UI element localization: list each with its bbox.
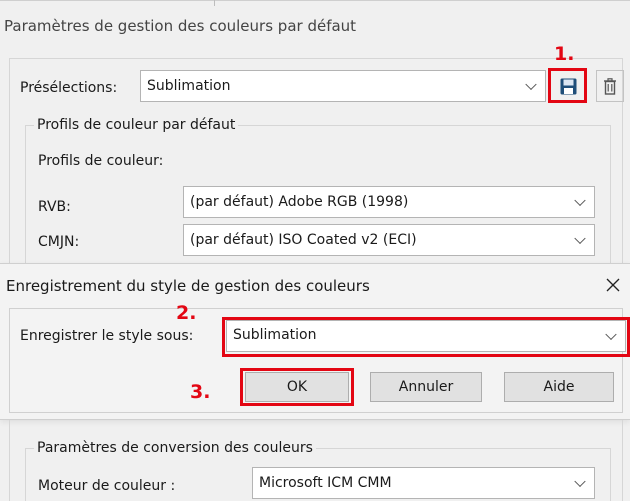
cmyk-label: CMJN: xyxy=(38,234,80,250)
step-1-label: 1. xyxy=(554,43,575,65)
top-edge-line xyxy=(0,0,630,4)
step-2-label: 2. xyxy=(176,302,197,324)
cancel-button[interactable]: Annuler xyxy=(370,372,482,402)
chevron-down-icon xyxy=(574,194,586,207)
chevron-down-icon xyxy=(574,475,586,488)
rgb-profile-dropdown[interactable]: (par défaut) Adobe RGB (1998) xyxy=(183,186,595,218)
step-3-label: 3. xyxy=(190,381,211,403)
save-as-highlight-box xyxy=(222,317,630,357)
trash-icon xyxy=(604,77,616,95)
engine-label: Moteur de couleur : xyxy=(38,478,176,494)
engine-dropdown[interactable]: Microsoft ICM CMM xyxy=(252,467,595,499)
presets-label: Présélections: xyxy=(20,80,118,96)
delete-preset-button[interactable] xyxy=(596,70,624,102)
save-highlight-box xyxy=(548,68,587,103)
chevron-down-icon xyxy=(574,232,586,245)
profiles-sublabel: Profils de couleur: xyxy=(38,153,164,169)
rgb-profile-value: (par défaut) Adobe RGB (1998) xyxy=(190,194,409,210)
save-style-dialog: Enregistrement du style de gestion des c… xyxy=(0,263,630,420)
engine-value: Microsoft ICM CMM xyxy=(259,475,392,491)
presets-dropdown[interactable]: Sublimation xyxy=(140,70,546,102)
top-edge-tick xyxy=(214,0,215,6)
dialog-title: Enregistrement du style de gestion des c… xyxy=(6,277,370,295)
cmyk-profile-value: (par défaut) ISO Coated v2 (ECI) xyxy=(190,232,417,248)
ok-highlight-box xyxy=(240,368,354,406)
window-title: Paramètres de gestion des couleurs par d… xyxy=(4,17,357,35)
dialog-close-button[interactable] xyxy=(600,272,626,298)
cmyk-profile-dropdown[interactable]: (par défaut) ISO Coated v2 (ECI) xyxy=(183,224,595,256)
rgb-label: RVB: xyxy=(38,199,71,215)
presets-dropdown-value: Sublimation xyxy=(147,78,231,94)
conversion-legend: Paramètres de conversion des couleurs xyxy=(34,440,316,456)
help-button[interactable]: Aide xyxy=(504,372,614,402)
profiles-legend: Profils de couleur par défaut xyxy=(34,117,239,133)
close-icon xyxy=(606,278,620,292)
chevron-down-icon xyxy=(525,78,537,91)
save-as-label: Enregistrer le style sous: xyxy=(20,328,194,344)
